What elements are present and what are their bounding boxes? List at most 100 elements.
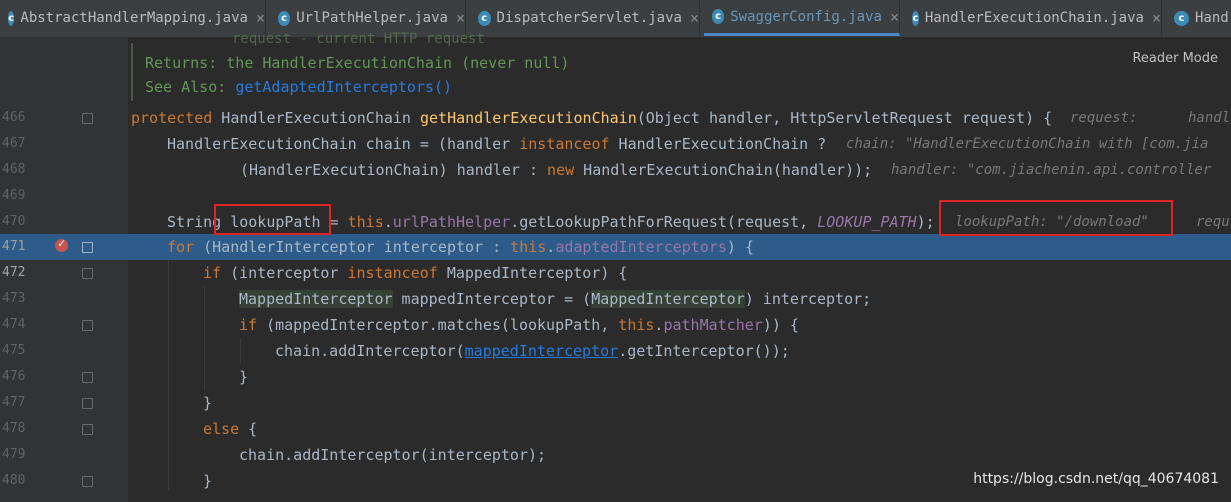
type-name: MappedInterceptor — [591, 290, 745, 308]
line-number: 479 — [2, 447, 26, 462]
code-text: (interceptor — [221, 264, 348, 282]
code-line-480[interactable]: } — [203, 468, 212, 494]
code-text: HandlerExecutionChain(handler)); — [574, 161, 873, 179]
code-text: mappedInterceptor = ( — [392, 290, 592, 308]
fold-marker-icon[interactable] — [82, 268, 93, 279]
code-text: . — [383, 213, 393, 231]
editor-tab-bar: c AbstractHandlerMapping.java × c UrlPat… — [0, 0, 1231, 38]
fold-marker-icon[interactable] — [82, 372, 93, 383]
code-line-474[interactable]: if (mappedInterceptor.matches(lookupPath… — [239, 312, 799, 338]
line-number: 475 — [2, 343, 26, 358]
tab-label: DispatcherServlet.java — [496, 10, 682, 26]
code-line-473[interactable]: MappedInterceptor mappedInterceptor = (M… — [239, 286, 871, 312]
code-text: chain.addInterceptor( — [275, 342, 465, 360]
line-number: 476 — [2, 369, 26, 384]
inline-debug-hint: chain: "HandlerExecutionChain with [com.… — [846, 136, 1209, 152]
doc-left-border — [131, 43, 133, 101]
close-icon[interactable]: × — [1152, 9, 1161, 27]
class-icon: c — [8, 10, 15, 26]
fold-marker-icon[interactable] — [82, 113, 93, 124]
doc-see-link[interactable]: getAdaptedInterceptors() — [235, 78, 452, 96]
keyword: this — [347, 213, 384, 231]
keyword: if — [239, 316, 258, 334]
tab-abstract-handler-mapping[interactable]: c AbstractHandlerMapping.java × — [0, 0, 266, 36]
tab-handler-execution-chain[interactable]: c HandlerExecutionChain.java × — [904, 0, 1162, 36]
fold-marker-icon[interactable] — [82, 242, 93, 253]
indent-guide — [204, 286, 205, 390]
code-line-472[interactable]: if (interceptor instanceof MappedInterce… — [203, 260, 627, 286]
doc-see-label: See Also: — [145, 78, 227, 96]
code-text: .getInterceptor()); — [618, 342, 790, 360]
line-number: 467 — [2, 136, 26, 151]
tab-label: Hand — [1195, 10, 1229, 26]
keyword: for — [167, 238, 195, 256]
line-number: 473 — [2, 291, 26, 306]
code-text: )) { — [762, 316, 799, 334]
method-name: getHandlerExecutionChain — [420, 109, 637, 127]
tab-label: SwaggerConfig.java — [730, 8, 882, 25]
fold-marker-icon[interactable] — [82, 398, 93, 409]
keyword: new — [547, 161, 575, 179]
tab-dispatcher-servlet[interactable]: c DispatcherServlet.java × — [470, 0, 700, 36]
keyword: protected — [131, 109, 213, 127]
field-name: pathMatcher — [663, 316, 763, 334]
code-line-471[interactable]: for (HandlerInterceptor interceptor : th… — [167, 234, 754, 260]
line-number: 474 — [2, 317, 26, 332]
close-icon[interactable]: × — [256, 9, 265, 27]
fold-marker-icon[interactable] — [82, 424, 93, 435]
code-line-468[interactable]: (HandlerExecutionChain) handler : new Ha… — [240, 157, 872, 183]
code-line-477[interactable]: } — [203, 390, 212, 416]
constant-name: LOOKUP_PATH — [817, 213, 917, 231]
code-text: (HandlerExecutionChain) handler : — [240, 161, 548, 179]
fold-marker-icon[interactable] — [82, 476, 93, 487]
doc-returns-text: the HandlerExecutionChain (never null) — [226, 54, 570, 72]
class-icon: c — [278, 10, 291, 26]
class-icon: c — [1174, 10, 1189, 26]
code-line-478[interactable]: else { — [203, 416, 257, 442]
close-icon[interactable]: × — [456, 9, 465, 27]
tab-label: AbstractHandlerMapping.java — [20, 10, 248, 26]
code-text: ); — [916, 213, 935, 231]
tab-label: HandlerExecutionChain.java — [924, 10, 1144, 26]
inline-debug-hint: requ — [1196, 214, 1230, 230]
doc-see-also: See Also: getAdaptedInterceptors() — [145, 75, 452, 99]
close-icon[interactable]: × — [890, 8, 899, 26]
line-number: 469 — [2, 188, 26, 203]
keyword: instanceof — [347, 264, 438, 282]
code-text: (Object handler, HttpServletRequest requ… — [636, 109, 1053, 127]
keyword: else — [203, 420, 240, 438]
code-text: HandlerExecutionChain chain = (handler — [167, 135, 520, 153]
class-icon: c — [712, 9, 725, 24]
line-number: 480 — [2, 473, 26, 488]
code-text: MappedInterceptor) { — [437, 264, 628, 282]
watermark-text: https://blog.csdn.net/qq_40674081 — [973, 471, 1219, 487]
inline-debug-hint: request: handl — [1070, 110, 1231, 126]
code-line-466[interactable]: protected HandlerExecutionChain getHandl… — [131, 105, 1052, 131]
indent-guide — [168, 260, 169, 490]
tab-hand-truncated[interactable]: c Hand — [1166, 0, 1231, 36]
line-number: 478 — [2, 421, 26, 436]
doc-returns-label: Returns: — [145, 54, 218, 72]
code-line-475[interactable]: chain.addInterceptor(mappedInterceptor.g… — [275, 338, 790, 364]
fold-marker-icon[interactable] — [82, 320, 93, 331]
code-text: ) { — [726, 238, 755, 256]
keyword: this — [510, 238, 547, 256]
line-number: 470 — [2, 214, 26, 229]
class-icon: c — [478, 10, 491, 26]
code-line-476[interactable]: } — [239, 364, 248, 390]
tab-label: UrlPathHelper.java — [296, 10, 448, 26]
line-number: 471 — [2, 239, 26, 254]
code-line-467[interactable]: HandlerExecutionChain chain = (handler i… — [167, 131, 826, 157]
code-text: . — [546, 238, 556, 256]
variable-link[interactable]: mappedInterceptor — [465, 342, 619, 360]
tab-swagger-config[interactable]: c SwaggerConfig.java × — [704, 0, 900, 36]
keyword: this — [618, 316, 655, 334]
inline-debug-hint: handler: "com.jiachenin.api.controller — [891, 162, 1212, 178]
code-line-479[interactable]: chain.addInterceptor(interceptor); — [239, 442, 546, 468]
annotation-box-lookup-path — [214, 204, 331, 235]
code-text: (HandlerInterceptor interceptor : — [194, 238, 511, 256]
close-icon[interactable]: × — [690, 9, 699, 27]
doc-partial-line: request - current HTTP request — [232, 31, 485, 47]
reader-mode-button[interactable]: Reader Mode — [1132, 51, 1218, 66]
keyword: if — [203, 264, 222, 282]
